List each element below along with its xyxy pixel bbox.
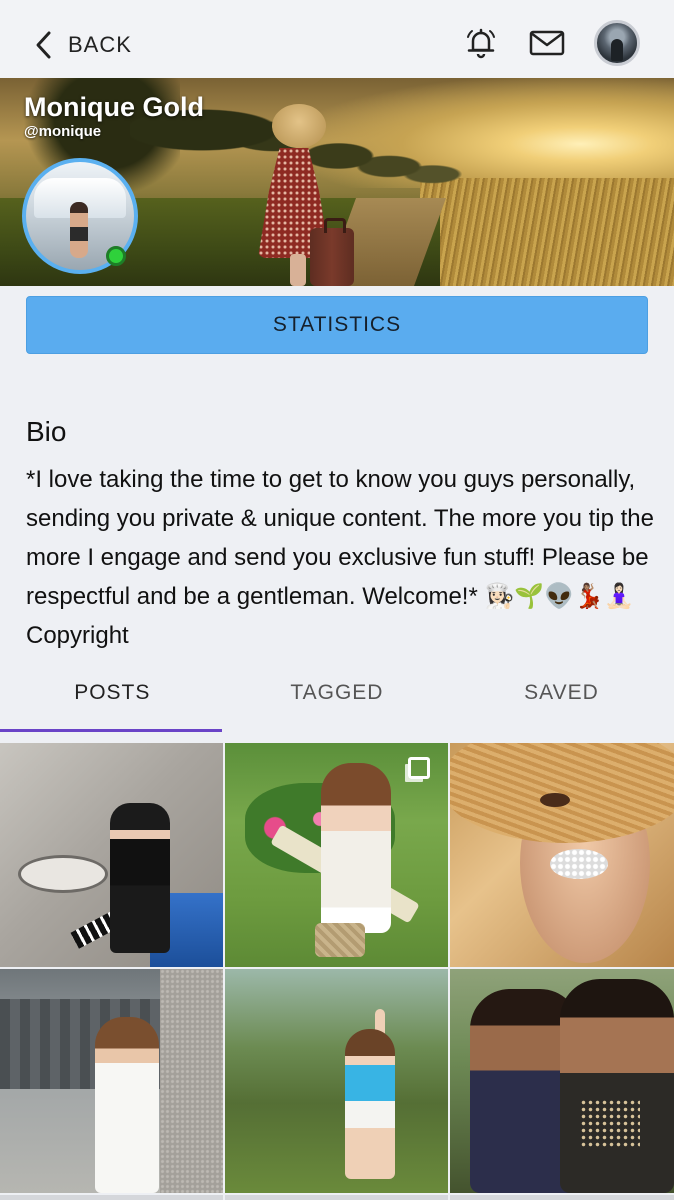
bell-icon[interactable]: [462, 24, 500, 62]
post-thumbnail[interactable]: [225, 969, 448, 1193]
post-thumbnail[interactable]: [450, 743, 674, 967]
profile-name: Monique Gold: [24, 92, 204, 122]
statistics-button[interactable]: STATISTICS: [26, 296, 648, 354]
top-bar: BACK: [0, 0, 674, 78]
post-thumbnail[interactable]: [0, 743, 223, 967]
post-thumbnail[interactable]: [0, 1195, 223, 1200]
user-avatar[interactable]: [594, 20, 640, 66]
post-thumbnail[interactable]: [450, 969, 674, 1193]
online-status-indicator: [106, 246, 126, 266]
back-button[interactable]: BACK: [34, 28, 132, 62]
mail-icon[interactable]: [528, 24, 566, 62]
profile-tabs: POSTS TAGGED SAVED: [0, 660, 674, 732]
post-thumbnail[interactable]: [225, 1195, 448, 1200]
multiple-images-icon: [408, 757, 430, 779]
bio-title: Bio: [26, 416, 67, 447]
cover-image: Monique Gold @monique: [0, 78, 674, 286]
tab-saved[interactable]: SAVED: [449, 660, 674, 732]
post-thumbnail[interactable]: [450, 1195, 674, 1200]
profile-handle: @monique: [24, 123, 102, 140]
back-label: BACK: [68, 32, 132, 57]
chevron-left-icon: [34, 30, 52, 60]
post-thumbnail[interactable]: [225, 743, 448, 967]
tab-posts[interactable]: POSTS: [0, 660, 225, 732]
posts-grid: [0, 743, 674, 1200]
bio-text: *I love taking the time to get to know y…: [26, 466, 654, 649]
post-thumbnail[interactable]: [0, 969, 223, 1193]
tab-tagged[interactable]: TAGGED: [225, 660, 450, 732]
